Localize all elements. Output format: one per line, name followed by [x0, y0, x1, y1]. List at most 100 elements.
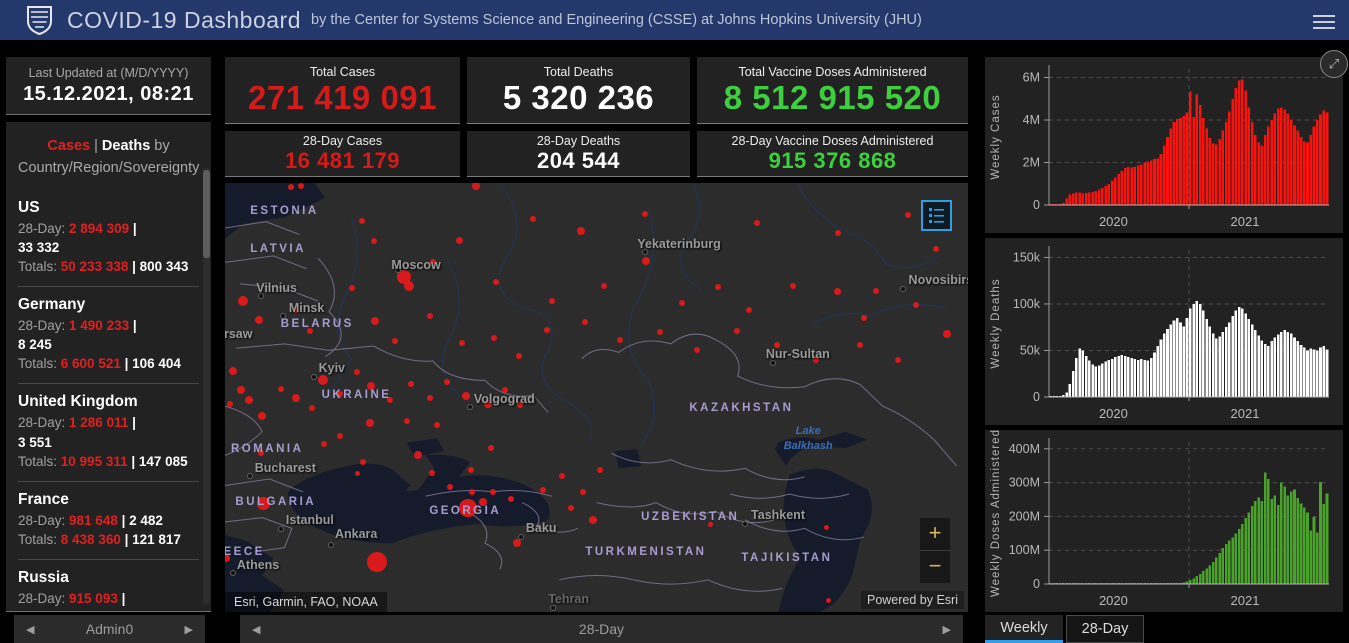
country-row[interactable]: US28-Day: 2 894 309 | 33 332Totals: 50 2… — [18, 190, 199, 286]
covid-case-dot — [359, 218, 365, 224]
map-city-label: Kyiv — [319, 361, 345, 375]
stat-box-total-cases: Total Cases271 419 091 — [225, 57, 460, 124]
covid-case-dot — [513, 539, 521, 547]
map-country-label: ESTONIA — [250, 205, 318, 217]
country-row[interactable]: Germany28-Day: 1 490 233 | 8 245Totals: … — [18, 286, 199, 383]
chart-ylabel: Weekly Cases — [990, 94, 1002, 179]
hamburger-menu-icon[interactable] — [1313, 11, 1335, 33]
covid-case-dot — [434, 422, 440, 428]
chevron-right-icon[interactable]: ▶ — [185, 623, 193, 636]
total-deaths-value: 106 404 — [132, 356, 181, 371]
scrollbar-track[interactable] — [203, 168, 210, 604]
admin-level-bar[interactable]: ◀ Admin0 ▶ — [14, 615, 205, 643]
country-28day-line: 28-Day: 1 490 233 | 8 245 — [18, 316, 199, 354]
country-totals-line: Totals: 10 995 311 | 147 085 — [18, 452, 199, 471]
weekly-deaths-chart: 150k100k50k020202021Weekly Deaths — [985, 238, 1343, 425]
total-cases-value: 6 600 521 — [61, 356, 121, 371]
value-separator: | — [128, 454, 139, 469]
chevron-right-icon[interactable]: ▶ — [943, 623, 951, 636]
map-city-label: Volgograd — [474, 392, 535, 406]
covid-case-dot — [427, 395, 433, 401]
covid-case-dot — [371, 238, 377, 244]
covid-case-dot — [824, 525, 829, 530]
svg-text:2021: 2021 — [1231, 593, 1260, 608]
last-updated-panel: Last Updated at (M/D/YYYY) 15.12.2021, 0… — [6, 57, 211, 115]
covid-case-dot — [642, 211, 648, 217]
city-marker-dot — [328, 542, 334, 548]
city-marker-dot — [280, 313, 286, 319]
country-totals-line: Totals: 8 438 360 | 121 817 — [18, 530, 199, 549]
map-zoom-control: + − — [920, 518, 950, 583]
zoom-in-button[interactable]: + — [920, 518, 950, 550]
covid-case-dot — [360, 459, 366, 465]
covid-case-dot — [694, 347, 700, 353]
scrollbar-thumb[interactable] — [203, 170, 210, 258]
28day-label: 28-Day: — [18, 221, 69, 236]
country-row[interactable]: France28-Day: 981 648 | 2 482Totals: 8 4… — [18, 481, 199, 559]
country-name: Germany — [18, 296, 199, 314]
covid-case-dot — [462, 392, 470, 400]
stat-box-total-vaccine-doses-administered: Total Vaccine Doses Administered8 512 91… — [697, 57, 968, 124]
map-country-label: TURKMENISTAN — [585, 546, 706, 558]
legend-list-icon — [928, 207, 945, 224]
28day-cases-value: 2 894 309 — [69, 221, 129, 236]
28day-cases-value: 1 286 011 — [69, 415, 128, 430]
covid-case-dot — [456, 237, 463, 244]
stat-label: Total Vaccine Doses Administered — [697, 65, 968, 79]
jhu-logo — [26, 5, 53, 35]
tab-28-day[interactable]: 28-Day — [1066, 615, 1144, 643]
map-time-range-bar[interactable]: ◀ 28-Day ▶ — [240, 615, 963, 643]
world-map[interactable]: ESTONIALATVIABELARUSUKRAINEROMANIABULGAR… — [225, 183, 968, 612]
map-city-label: Istanbul — [286, 513, 334, 527]
chevron-left-icon[interactable]: ◀ — [252, 623, 260, 636]
stat-box-28-day-deaths: 28-Day Deaths204 544 — [467, 131, 690, 177]
covid-case-dot — [366, 419, 374, 427]
zoom-out-button[interactable]: − — [920, 551, 950, 583]
tab-weekly[interactable]: Weekly — [985, 615, 1063, 643]
svg-text:100k: 100k — [1013, 297, 1041, 311]
map-city-label: Warsaw — [225, 327, 252, 341]
map-city-label: Moscow — [391, 258, 440, 272]
svg-text:2020: 2020 — [1099, 214, 1128, 229]
powered-by-esri: Powered by Esri — [861, 591, 964, 609]
lake-label: Lake — [796, 425, 821, 437]
covid-case-dot — [318, 375, 328, 385]
map-country-label: GREECE — [225, 546, 265, 558]
deaths-header-label: Deaths — [102, 138, 150, 154]
map-country-label: ROMANIA — [231, 443, 303, 455]
svg-text:50k: 50k — [1020, 343, 1041, 357]
stats-row-28day: 28-Day Cases16 481 17928-Day Deaths204 5… — [225, 131, 968, 177]
28day-label: 28-Day: — [18, 591, 69, 606]
legend-button[interactable] — [921, 200, 952, 231]
svg-text:0: 0 — [1033, 390, 1040, 404]
value-separator: | — [121, 356, 132, 371]
svg-text:4M: 4M — [1023, 113, 1040, 127]
28day-cases-value: 915 093 — [69, 591, 118, 606]
last-updated-label: Last Updated at (M/D/YYYY) — [6, 66, 211, 80]
covid-case-dot — [491, 335, 497, 341]
map-city-label: Athens — [237, 558, 279, 572]
expand-charts-button[interactable]: ⤢ — [1320, 50, 1348, 78]
country-name: United Kingdom — [18, 393, 199, 411]
stats-row-totals: Total Cases271 419 091Total Deaths5 320 … — [225, 57, 968, 124]
country-list: US28-Day: 2 894 309 | 33 332Totals: 50 2… — [18, 190, 199, 613]
svg-text:2021: 2021 — [1231, 406, 1260, 421]
28day-label: 28-Day: — [18, 318, 69, 333]
svg-text:150k: 150k — [1013, 250, 1041, 264]
covid-case-dot — [288, 184, 294, 190]
covid-case-dot — [278, 386, 284, 392]
country-28day-line: 28-Day: 1 286 011 | 3 551 — [18, 413, 199, 451]
country-28day-line: 28-Day: 981 648 | 2 482 — [18, 511, 199, 530]
covid-case-dot — [309, 405, 315, 411]
country-row[interactable]: United Kingdom 28-Day: 1 286 011 | 3 551T… — [18, 383, 199, 480]
weekly-cases-chart: 6M4M2M020202021Weekly Cases — [985, 57, 1343, 233]
country-row[interactable]: Russia28-Day: 915 093 | 33 113Totals: 9 … — [18, 559, 199, 612]
stat-value: 16 481 179 — [225, 149, 460, 173]
covid-case-dot — [255, 316, 263, 324]
total-cases-value: 50 233 338 — [61, 259, 129, 274]
totals-label: Totals: — [18, 356, 61, 371]
chevron-left-icon[interactable]: ◀ — [26, 623, 34, 636]
chart-ylabel: Weekly Doses Administered — [990, 430, 1002, 597]
svg-text:200M: 200M — [1009, 509, 1040, 523]
lake-label: Balkhash — [784, 440, 833, 452]
